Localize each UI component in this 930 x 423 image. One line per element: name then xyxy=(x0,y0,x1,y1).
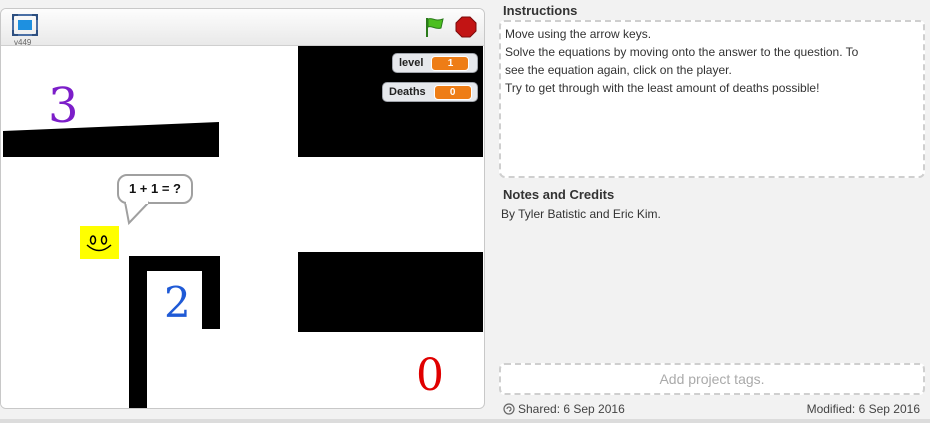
deaths-monitor: Deaths 0 xyxy=(382,82,478,102)
level-monitor-value: 1 xyxy=(431,55,470,71)
project-info-panel: Instructions Move using the arrow keys. … xyxy=(497,0,930,423)
deaths-monitor-label: Deaths xyxy=(389,86,426,98)
shared-icon xyxy=(503,403,515,415)
modified-date: Modified: 6 Sep 2016 xyxy=(806,402,920,416)
notes-title: Notes and Credits xyxy=(503,187,615,202)
deaths-monitor-value: 0 xyxy=(433,84,472,100)
instructions-title: Instructions xyxy=(503,3,578,18)
player-sprite[interactable] xyxy=(80,226,119,259)
shared-date: Shared: 6 Sep 2016 xyxy=(518,402,625,416)
shared-info: Shared: 6 Sep 2016 xyxy=(503,402,625,416)
project-player: v449 level 1 Deaths 0 3 2 0 1 + 1 = ? xyxy=(0,8,485,409)
level-monitor: level 1 xyxy=(392,53,478,73)
level-monitor-label: level xyxy=(399,57,424,69)
bottom-divider xyxy=(0,419,930,423)
speech-bubble: 1 + 1 = ? xyxy=(117,174,193,204)
instructions-line: Solve the equations by moving onto the a… xyxy=(505,45,859,59)
instructions-line: see the equation again, click on the pla… xyxy=(505,63,732,77)
answer-option-2: 2 xyxy=(164,278,191,327)
fullscreen-icon[interactable] xyxy=(12,14,38,36)
answer-option-0: 0 xyxy=(416,350,444,401)
stop-icon[interactable] xyxy=(455,16,477,38)
green-flag-icon[interactable] xyxy=(423,16,445,38)
answer-option-3: 3 xyxy=(48,78,79,134)
instructions-line: Move using the arrow keys. xyxy=(505,27,652,41)
stage[interactable]: level 1 Deaths 0 3 2 0 1 + 1 = ? xyxy=(1,46,483,408)
speech-bubble-tail xyxy=(124,201,150,226)
player-header: v449 xyxy=(1,9,484,47)
instructions-line: Try to get through with the least amount… xyxy=(505,81,820,95)
project-footer: Shared: 6 Sep 2016 Modified: 6 Sep 2016 xyxy=(497,398,930,420)
smiley-face-icon xyxy=(86,235,112,252)
instructions-box[interactable]: Move using the arrow keys. Solve the equ… xyxy=(499,20,925,178)
project-tags-input[interactable]: Add project tags. xyxy=(499,363,925,395)
notes-text: By Tyler Batistic and Eric Kim. xyxy=(501,207,661,221)
